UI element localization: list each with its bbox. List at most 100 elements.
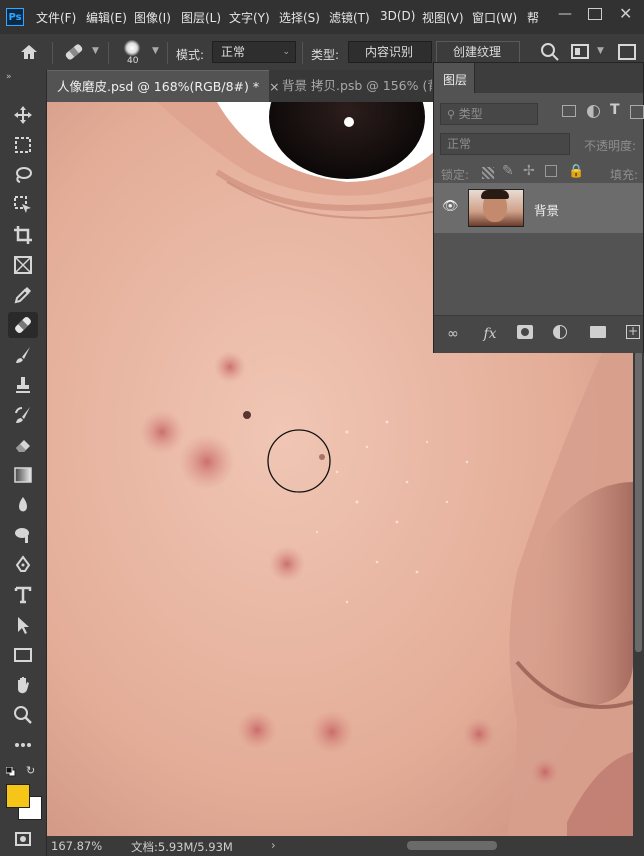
mode-value: 正常 — [221, 45, 246, 59]
texture-label: 创建纹理 — [453, 45, 502, 59]
layers-panel-footer: ∞ fx + — [434, 315, 643, 353]
menu-view[interactable]: 视图(V) — [422, 9, 464, 26]
lock-artboard-icon[interactable] — [545, 165, 557, 177]
hand-tool-icon[interactable] — [8, 672, 38, 698]
path-selection-tool-icon[interactable] — [8, 612, 38, 638]
layer-row-background[interactable]: 👁 背景 — [434, 183, 643, 233]
brush-size: 40 — [127, 56, 139, 66]
layer-thumbnail — [468, 189, 524, 227]
add-mask-icon[interactable] — [517, 325, 533, 339]
workspace-icon[interactable] — [570, 43, 592, 61]
menu-file[interactable]: 文件(F) — [36, 9, 76, 26]
more-tools-icon[interactable] — [8, 732, 38, 758]
lock-transparent-icon[interactable] — [482, 167, 494, 179]
preset-chevron-down-icon[interactable]: ▼ — [92, 46, 99, 56]
blend-mode-value: 正常 — [447, 137, 472, 151]
type-tool-icon[interactable] — [8, 582, 38, 608]
lock-image-icon[interactable]: ✎ — [502, 163, 514, 179]
home-icon[interactable] — [19, 42, 41, 62]
mode-label: 模式: — [176, 48, 205, 62]
filter-placeholder: 类型 — [458, 107, 483, 121]
layers-panel-header: 图层 — [434, 63, 643, 93]
type-content-aware-option[interactable]: 内容识别 — [348, 41, 432, 63]
menu-help[interactable]: 帮 — [527, 9, 539, 26]
menu-3d[interactable]: 3D(D) — [380, 9, 415, 23]
opacity-label: 不透明度: — [584, 139, 637, 153]
menu-filter[interactable]: 滤镜(T) — [329, 9, 370, 26]
zoom-level[interactable]: 167.87% — [51, 839, 102, 853]
menu-select[interactable]: 选择(S) — [279, 9, 320, 26]
menu-type[interactable]: 文字(Y) — [229, 9, 270, 26]
move-tool-icon[interactable] — [8, 102, 38, 128]
new-layer-icon[interactable]: + — [626, 325, 640, 339]
lasso-tool-icon[interactable] — [8, 162, 38, 188]
eraser-tool-icon[interactable] — [8, 432, 38, 458]
status-chevron-right-icon[interactable]: › — [271, 838, 276, 852]
brush-chevron-down-icon[interactable]: ▼ — [152, 46, 159, 56]
menu-image[interactable]: 图像(I) — [134, 9, 171, 26]
filter-type-icon[interactable]: T — [610, 102, 620, 118]
lock-position-icon[interactable]: ✢ — [523, 163, 535, 179]
tools-panel: » ↻ — [0, 70, 47, 856]
create-texture-option[interactable]: 创建纹理 — [436, 41, 520, 63]
menu-edit[interactable]: 编辑(E) — [86, 9, 127, 26]
blend-mode-select[interactable]: 正常 — [440, 133, 570, 155]
layers-panel: 图层 ⚲ 类型 T 正常 不透明度: 锁定: ✎ ✢ 🔒 填充: 👁 背景 ∞ … — [433, 62, 644, 353]
rectangle-tool-icon[interactable] — [8, 642, 38, 668]
status-bar: 167.87% 文档:5.93M/5.93M › — [47, 836, 644, 856]
quick-mask-icon[interactable] — [8, 826, 38, 852]
filter-shape-icon[interactable] — [630, 105, 644, 119]
tab-background-copy-psb[interactable]: 背景 拷贝.psb @ 156% (背 — [272, 70, 432, 102]
blur-tool-icon[interactable] — [8, 492, 38, 518]
zoom-tool-icon[interactable] — [8, 702, 38, 728]
tab-label: 人像磨皮.psd @ 168%(RGB/8#) * — [57, 79, 260, 94]
brush-preview-icon[interactable] — [124, 40, 140, 56]
type-value: 内容识别 — [365, 45, 414, 59]
crop-tool-icon[interactable] — [8, 222, 38, 248]
tab-portrait-psd[interactable]: 人像磨皮.psd @ 168%(RGB/8#) * × — [47, 70, 280, 102]
eyedropper-tool-icon[interactable] — [8, 282, 38, 308]
layer-filter-select[interactable]: ⚲ 类型 — [440, 103, 538, 125]
link-layers-icon[interactable]: ∞ — [443, 324, 463, 344]
collapse-icon[interactable]: » — [6, 72, 12, 82]
document-info: 文档:5.93M/5.93M — [131, 840, 233, 854]
close-window-icon[interactable]: ✕ — [619, 4, 632, 23]
healing-brush-preset-icon[interactable] — [62, 42, 86, 62]
menu-window[interactable]: 窗口(W) — [472, 9, 517, 26]
menu-bar: Ps 文件(F) 编辑(E) 图像(I) 图层(L) 文字(Y) 选择(S) 滤… — [0, 0, 644, 34]
mode-chevron-down-icon: ⌄ — [282, 47, 290, 57]
gradient-tool-icon[interactable] — [8, 462, 38, 488]
share-icon[interactable] — [616, 42, 640, 62]
search-icon[interactable] — [540, 42, 560, 62]
workspace-chevron-down-icon[interactable]: ▼ — [597, 46, 604, 56]
clone-stamp-tool-icon[interactable] — [8, 372, 38, 398]
horizontal-scroll-thumb[interactable] — [407, 841, 497, 850]
marquee-tool-icon[interactable] — [8, 132, 38, 158]
swap-colors-icon[interactable]: ↻ — [26, 764, 35, 777]
mode-select[interactable]: 正常 ⌄ — [212, 41, 296, 63]
menu-layer[interactable]: 图层(L) — [181, 9, 221, 26]
spot-healing-brush-tool-icon[interactable] — [8, 312, 38, 338]
adjustment-layer-icon[interactable] — [553, 325, 567, 339]
history-brush-tool-icon[interactable] — [8, 402, 38, 428]
vertical-scroll-thumb[interactable] — [635, 352, 642, 652]
object-select-tool-icon[interactable] — [8, 192, 38, 218]
layer-style-fx-icon[interactable]: fx — [480, 324, 500, 344]
restore-icon[interactable] — [588, 8, 602, 20]
minimize-icon[interactable]: — — [558, 6, 572, 22]
foreground-color-swatch[interactable] — [6, 784, 30, 808]
filter-adjustment-icon[interactable] — [587, 105, 600, 118]
app-logo: Ps — [6, 8, 24, 26]
brush-tool-icon[interactable] — [8, 342, 38, 368]
default-colors-icon[interactable] — [5, 766, 16, 777]
layer-name[interactable]: 背景 — [534, 200, 559, 219]
frame-tool-icon[interactable] — [8, 252, 38, 278]
layers-panel-title[interactable]: 图层 — [443, 71, 467, 88]
new-group-folder-icon[interactable] — [590, 326, 606, 338]
filter-pixel-icon[interactable] — [562, 105, 576, 117]
dodge-tool-icon[interactable] — [8, 522, 38, 548]
visibility-eye-icon[interactable]: 👁 — [442, 199, 459, 214]
pen-tool-icon[interactable] — [8, 552, 38, 578]
lock-all-icon[interactable]: 🔒 — [568, 164, 584, 179]
type-label: 类型: — [311, 48, 340, 62]
